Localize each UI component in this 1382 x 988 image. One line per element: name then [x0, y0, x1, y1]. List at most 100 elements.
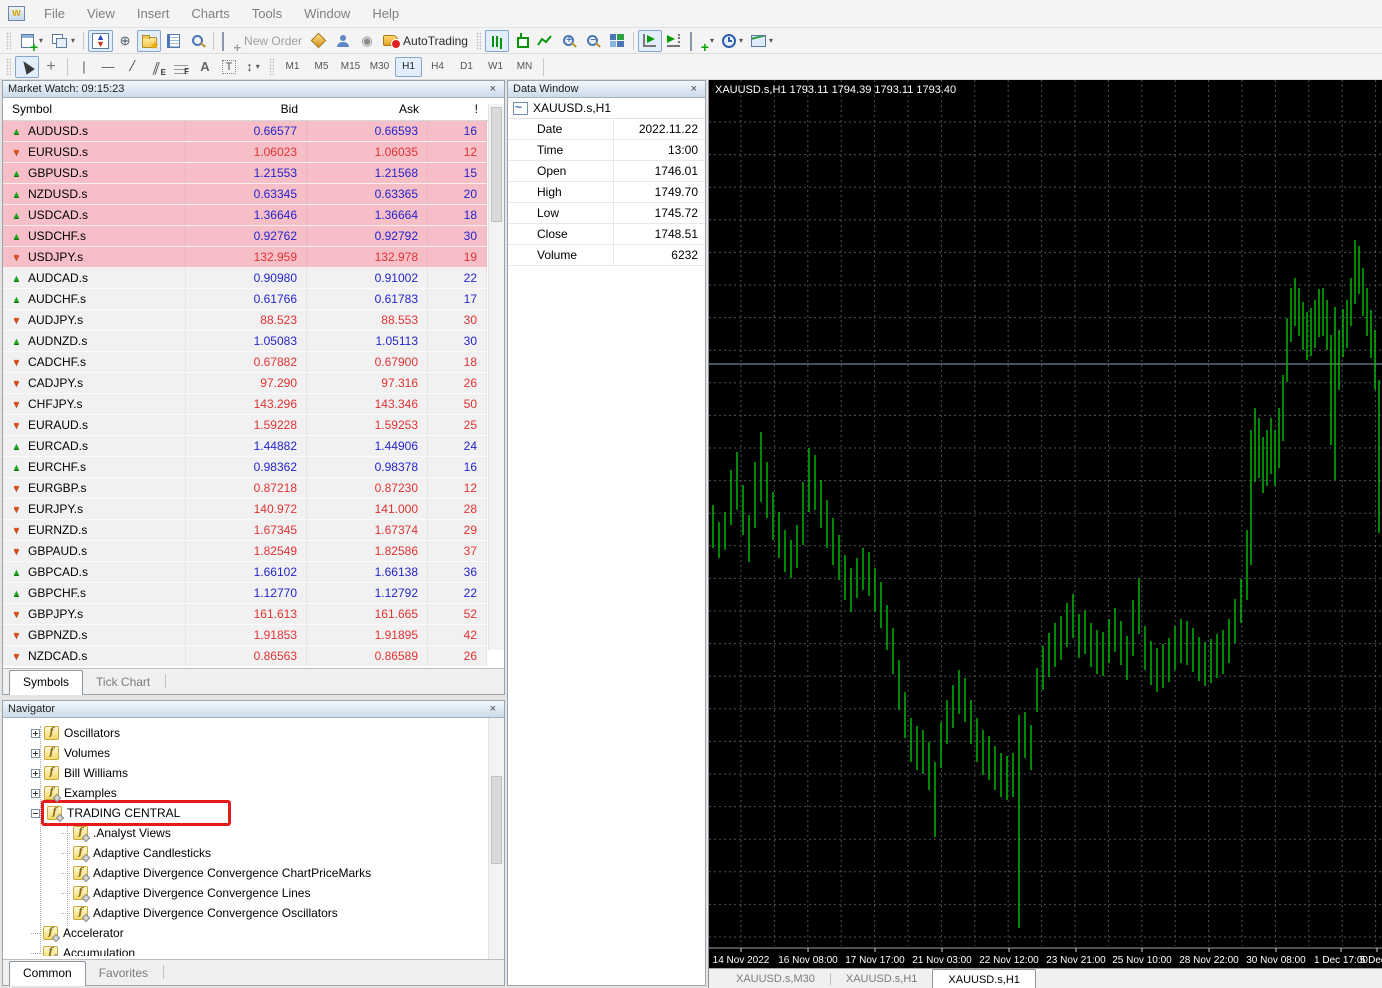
market-watch-toggle-button[interactable]: ▲▼ — [88, 30, 113, 52]
menu-item-tools[interactable]: Tools — [241, 1, 293, 26]
auto-scroll-button[interactable] — [638, 30, 662, 52]
toolbar-grip[interactable] — [6, 32, 11, 50]
market-watch-row-nzdusd.s[interactable]: ▲NZDUSD.s0.633450.6336520 — [3, 184, 487, 205]
navigator-item-adaptive-divergence-convergence-lines[interactable]: fAdaptive Divergence Convergence Lines — [3, 883, 504, 903]
timeframe-button-h4[interactable]: H4 — [424, 57, 451, 77]
toolbar-grip[interactable] — [6, 58, 11, 76]
market-watch-tab-symbols[interactable]: Symbols — [9, 670, 83, 695]
market-watch-row-gbpaud.s[interactable]: ▼GBPAUD.s1.825491.8258637 — [3, 541, 487, 562]
metaeditor-button[interactable] — [306, 30, 331, 52]
navigator-item-bill-williams[interactable]: fBill Williams — [3, 763, 504, 783]
market-watch-row-cadchf.s[interactable]: ▼CADCHF.s0.678820.6790018 — [3, 352, 487, 373]
scrollbar-thumb[interactable] — [491, 107, 502, 222]
data-window-toggle-button[interactable]: ⊕ — [113, 30, 137, 52]
autotrading-button[interactable]: AutoTrading — [379, 30, 472, 52]
indicators-button[interactable]: + ▾ — [686, 30, 718, 52]
timeframe-button-m30[interactable]: M30 — [366, 57, 393, 77]
navigator-item-adaptive-divergence-convergence-chartpricemarks[interactable]: fAdaptive Divergence Convergence ChartPr… — [3, 863, 504, 883]
timeframe-button-h1[interactable]: H1 — [395, 57, 422, 77]
market-watch-row-gbpjpy.s[interactable]: ▼GBPJPY.s161.613161.66552 — [3, 604, 487, 625]
market-watch-row-chfjpy.s[interactable]: ▼CHFJPY.s143.296143.34650 — [3, 394, 487, 415]
chart-canvas[interactable]: 14 Nov 202216 Nov 08:0017 Nov 17:0021 No… — [709, 80, 1382, 968]
expand-icon[interactable] — [31, 789, 40, 798]
market-watch-row-eurgbp.s[interactable]: ▼EURGBP.s0.872180.8723012 — [3, 478, 487, 499]
market-watch-row-gbpusd.s[interactable]: ▲GBPUSD.s1.215531.2156815 — [3, 163, 487, 184]
zoom-out-button[interactable]: − — [581, 30, 605, 52]
column-header-ask[interactable]: Ask — [307, 102, 428, 116]
column-header-bid[interactable]: Bid — [186, 102, 307, 116]
bar-chart-mode-button[interactable] — [485, 30, 509, 52]
market-watch-row-gbpcad.s[interactable]: ▲GBPCAD.s1.661021.6613836 — [3, 562, 487, 583]
periods-button[interactable]: ▾ — [718, 30, 747, 52]
scrollbar-thumb[interactable] — [491, 776, 502, 864]
news-button[interactable]: ◉ — [355, 30, 379, 52]
navigator-item-trading-central[interactable]: fTRADING CENTRAL — [3, 803, 504, 823]
navigator-item-accelerator[interactable]: fAccelerator — [3, 923, 504, 943]
market-watch-row-audjpy.s[interactable]: ▼AUDJPY.s88.52388.55330 — [3, 310, 487, 331]
column-header-symbol[interactable]: Symbol — [3, 102, 186, 116]
column-header-spread[interactable]: ! — [428, 102, 487, 116]
timeframe-button-m5[interactable]: M5 — [308, 57, 335, 77]
close-icon[interactable]: × — [688, 83, 700, 96]
timeframe-button-m15[interactable]: M15 — [337, 57, 364, 77]
market-watch-row-eurusd.s[interactable]: ▼EURUSD.s1.060231.0603512 — [3, 142, 487, 163]
menu-item-charts[interactable]: Charts — [180, 1, 240, 26]
navigator-scrollbar[interactable] — [488, 718, 504, 960]
close-icon[interactable]: × — [487, 83, 499, 96]
cursor-tool-button[interactable] — [15, 56, 39, 78]
collapse-icon[interactable] — [31, 809, 40, 818]
market-watch-row-gbpchf.s[interactable]: ▲GBPCHF.s1.127701.1279222 — [3, 583, 487, 604]
templates-button[interactable]: ▾ — [747, 30, 777, 52]
text-label-tool-button[interactable]: T — [217, 56, 241, 78]
horizontal-line-tool-button[interactable]: — — [96, 56, 120, 78]
profiles-button[interactable]: ▾ — [47, 30, 79, 52]
chart-tab-1[interactable]: XAUUSD.s,H1 — [831, 969, 933, 988]
market-watch-row-usdcad.s[interactable]: ▲USDCAD.s1.366461.3666418 — [3, 205, 487, 226]
close-icon[interactable]: × — [487, 703, 499, 716]
candlestick-mode-button[interactable] — [509, 30, 533, 52]
new-order-button[interactable]: + New Order — [218, 30, 306, 52]
chart-tab-0[interactable]: XAUUSD.s,M30 — [721, 969, 830, 988]
timeframe-button-w1[interactable]: W1 — [482, 57, 509, 77]
market-watch-row-eurcad.s[interactable]: ▲EURCAD.s1.448821.4490624 — [3, 436, 487, 457]
terminal-toggle-button[interactable] — [161, 30, 185, 52]
menu-item-file[interactable]: File — [33, 1, 76, 26]
vertical-line-tool-button[interactable]: | — [72, 56, 96, 78]
toolbar-grip[interactable] — [269, 58, 274, 76]
menu-item-window[interactable]: Window — [293, 1, 361, 26]
market-watch-row-eurnzd.s[interactable]: ▼EURNZD.s1.673451.6737429 — [3, 520, 487, 541]
navigator-item-accumulation[interactable]: fAccumulation — [3, 943, 504, 956]
zoom-in-button[interactable]: + — [557, 30, 581, 52]
new-chart-button[interactable]: + ▾ — [15, 30, 47, 52]
tile-windows-button[interactable] — [605, 30, 629, 52]
chart-tab-2[interactable]: XAUUSD.s,H1 — [932, 969, 1036, 988]
market-watch-row-audcad.s[interactable]: ▲AUDCAD.s0.909800.9100222 — [3, 268, 487, 289]
market-watch-row-audusd.s[interactable]: ▲AUDUSD.s0.665770.6659316 — [3, 121, 487, 142]
navigator-item-oscillators[interactable]: fOscillators — [3, 723, 504, 743]
expand-icon[interactable] — [31, 749, 40, 758]
navigator-tab-common[interactable]: Common — [9, 961, 86, 986]
equidistant-channel-tool-button[interactable]: ∥ E — [144, 56, 169, 78]
market-watch-row-eurjpy.s[interactable]: ▼EURJPY.s140.972141.00028 — [3, 499, 487, 520]
line-chart-mode-button[interactable] — [533, 30, 557, 52]
timeframe-button-d1[interactable]: D1 — [453, 57, 480, 77]
text-tool-button[interactable]: A — [193, 56, 217, 78]
toolbar-grip[interactable] — [476, 32, 481, 50]
navigator-item-adaptive-divergence-convergence-oscillators[interactable]: fAdaptive Divergence Convergence Oscilla… — [3, 903, 504, 923]
market-watch-row-usdjpy.s[interactable]: ▼USDJPY.s132.959132.97819 — [3, 247, 487, 268]
timeframe-button-m1[interactable]: M1 — [279, 57, 306, 77]
menu-item-help[interactable]: Help — [361, 1, 410, 26]
navigator-tab-favorites[interactable]: Favorites — [86, 962, 161, 985]
market-watch-row-nzdcad.s[interactable]: ▼NZDCAD.s0.865630.8658926 — [3, 646, 487, 667]
expand-icon[interactable] — [31, 769, 40, 778]
market-watch-row-audchf.s[interactable]: ▲AUDCHF.s0.617660.6178317 — [3, 289, 487, 310]
navigator-item--analyst-views[interactable]: f.Analyst Views — [3, 823, 504, 843]
market-watch-row-gbpnzd.s[interactable]: ▼GBPNZD.s1.918531.9189542 — [3, 625, 487, 646]
chart-shift-button[interactable] — [662, 30, 686, 52]
menu-item-insert[interactable]: Insert — [126, 1, 181, 26]
timeframe-button-mn[interactable]: MN — [511, 57, 538, 77]
crosshair-tool-button[interactable]: + — [39, 56, 63, 78]
expand-icon[interactable] — [31, 729, 40, 738]
market-watch-tab-tick-chart[interactable]: Tick Chart — [83, 671, 163, 694]
trendline-tool-button[interactable]: / — [120, 56, 144, 78]
